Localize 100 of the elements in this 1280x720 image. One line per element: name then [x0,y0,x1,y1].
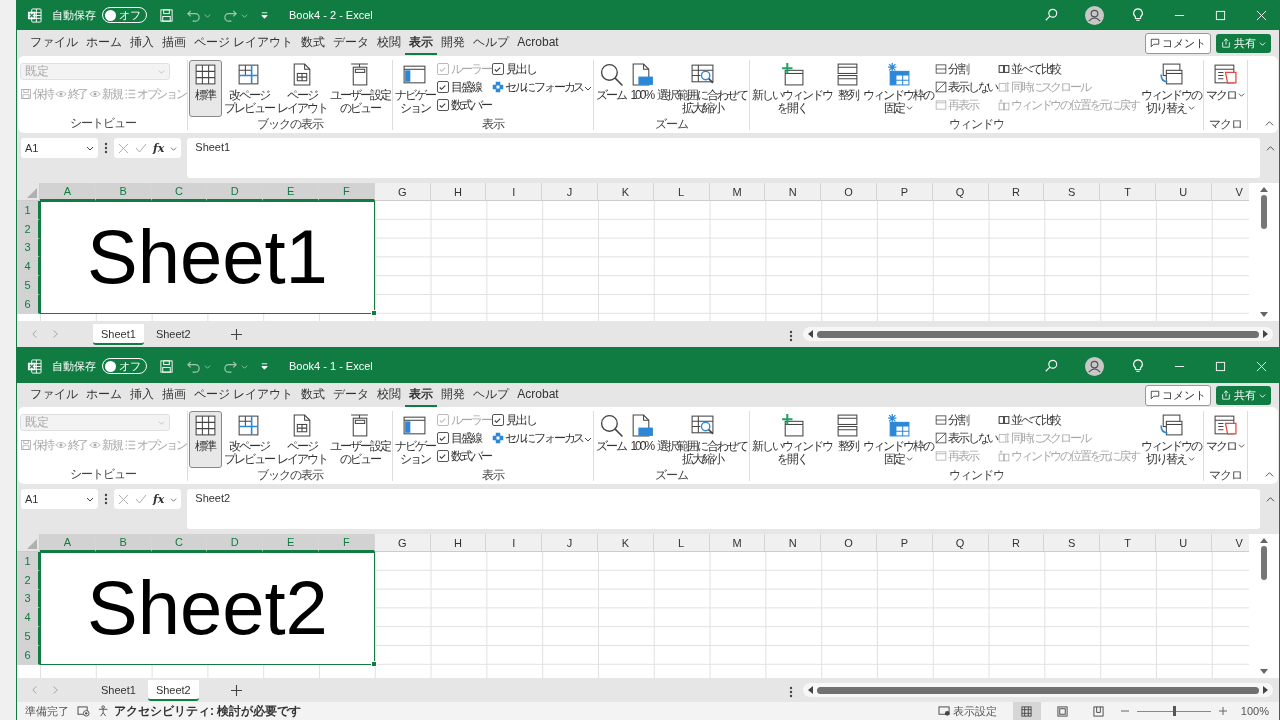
ribbon-button[interactable]: ウィンドウの 切り替え [1139,60,1202,117]
column-header[interactable]: A [40,534,96,552]
horizontal-scrollbar[interactable] [803,327,1273,341]
ribbon-button[interactable]: 分割 [935,411,998,429]
ribbon-button[interactable]: ページ レイアウト [275,411,328,468]
display-settings-button[interactable]: 表示設定 [937,703,997,719]
column-header[interactable]: P [876,534,933,552]
column-header[interactable]: H [430,183,487,201]
column-header[interactable]: N [765,183,822,201]
column-header[interactable]: B [95,534,152,552]
ribbon-button[interactable]: 表示しない [935,429,998,447]
row-header[interactable]: 1 [17,552,40,571]
column-header[interactable]: F [319,534,375,552]
sheet-tab[interactable]: Sheet1 [93,679,144,701]
ribbon-tab[interactable]: 挿入 [126,31,158,55]
column-header[interactable]: M [709,534,766,552]
add-sheet-icon[interactable] [230,684,242,696]
name-box[interactable]: A1 [21,138,98,158]
ribbon-button[interactable]: 改ページ プレビュー [222,411,275,468]
scroll-up-icon[interactable] [1260,186,1268,192]
comment-button[interactable]: コメント [1145,32,1211,54]
checkbox-option[interactable]: 数式バー [436,96,491,114]
comment-button[interactable]: コメント [1145,384,1211,406]
ribbon-tab[interactable]: ヘルプ [469,383,514,407]
column-header[interactable]: T [1100,183,1156,201]
ribbon-button[interactable]: 選択範囲に合わせて 拡大/縮小 [656,60,749,117]
ribbon-button[interactable]: 100% [628,411,656,468]
row-header[interactable]: 5 [17,627,40,646]
view-button[interactable] [1012,702,1041,720]
collapse-ribbon-icon[interactable] [1265,119,1274,128]
column-header[interactable]: N [765,534,822,552]
scrollbar-thumb[interactable] [1261,546,1267,580]
column-header[interactable]: K [597,534,654,552]
lightbulb-icon[interactable] [1131,359,1145,373]
lightbulb-icon[interactable] [1131,8,1145,22]
ribbon-tab[interactable]: 校閲 [373,31,406,55]
merged-cell[interactable]: Sheet1 [40,201,375,314]
insert-function-button[interactable]: fx [153,492,165,506]
ribbon-button[interactable]: 表示しない [935,78,998,96]
add-sheet-icon[interactable] [230,328,242,340]
column-header[interactable]: R [988,534,1045,552]
save-icon[interactable] [159,358,174,374]
ribbon-button[interactable]: セルにフォーカス [491,78,584,96]
accessibility-status[interactable]: アクセシビリティ: 検討が必要です [114,702,302,720]
ribbon-tab[interactable]: 挿入 [126,383,158,407]
column-header[interactable]: M [709,183,766,201]
caret-icon[interactable] [170,144,178,152]
column-header[interactable]: I [486,183,543,201]
ribbon-button[interactable]: 選択範囲に合わせて 拡大/縮小 [656,411,749,468]
ribbon-button[interactable]: マクロ [1204,60,1246,117]
ribbon-button[interactable]: ユーザー設定 のビュー [328,411,391,468]
sheet-tab[interactable]: Sheet2 [147,323,199,345]
column-header[interactable]: B [95,183,152,201]
ribbon-tab[interactable]: ホーム [82,383,126,407]
checkbox[interactable] [436,81,449,93]
name-box[interactable]: A1 [21,489,98,509]
column-header[interactable]: K [597,183,654,201]
maximize-icon[interactable] [1215,9,1226,21]
checkbox[interactable] [491,63,504,75]
scroll-down-icon[interactable] [1260,312,1268,318]
ribbon-button[interactable]: 標準 [188,411,222,468]
maximize-icon[interactable] [1215,360,1226,372]
column-header[interactable]: L [653,534,710,552]
sheet-tab[interactable]: Sheet2 [147,679,199,701]
column-header[interactable]: S [1044,183,1101,201]
ribbon-tab[interactable]: 数式 [297,383,330,407]
column-header[interactable]: I [486,534,543,552]
ribbon-tab[interactable]: ファイル [26,31,82,55]
formula-input[interactable]: Sheet1 [187,138,1260,178]
ribbon-tab[interactable]: ページ レイアウト [190,383,298,407]
ribbon-tab[interactable]: データ [329,31,374,55]
ribbon-button[interactable]: ズーム [595,411,628,468]
check-icon[interactable] [135,493,147,505]
collapse-ribbon-icon[interactable] [1265,470,1274,479]
column-header[interactable]: A [40,183,96,201]
ribbon-button[interactable]: ユーザー設定 のビュー [328,60,391,117]
ribbon-tab[interactable]: ページ レイアウト [190,31,298,55]
column-header[interactable]: C [151,534,208,552]
column-header[interactable]: Q [932,534,989,552]
more-icon[interactable] [104,142,108,154]
scroll-left-icon[interactable] [807,330,813,338]
save-icon[interactable] [159,7,174,23]
scroll-up-icon[interactable] [1260,537,1268,543]
column-header[interactable]: U [1155,534,1212,552]
sheet-tab[interactable]: Sheet1 [93,323,144,345]
ribbon-button[interactable]: ウィンドウ枠の 固定 [862,411,935,468]
ribbon-button[interactable]: ウィンドウ枠の 固定 [862,60,935,117]
checkbox[interactable] [491,414,504,426]
ribbon-button[interactable]: 改ページ プレビュー [222,60,275,117]
column-header[interactable]: J [542,183,598,201]
column-header[interactable]: O [821,183,877,201]
column-header[interactable]: U [1155,183,1212,201]
column-header[interactable]: P [876,183,933,201]
ribbon-tab[interactable]: 校閲 [373,383,406,407]
merged-cell[interactable]: Sheet2 [40,552,375,665]
scroll-right-icon[interactable] [1263,686,1269,694]
ribbon-tab[interactable]: データ [329,383,374,407]
close-icon[interactable] [1256,360,1267,372]
ribbon-button[interactable]: 並べて比較 [998,411,1139,429]
column-header[interactable]: D [207,534,264,552]
